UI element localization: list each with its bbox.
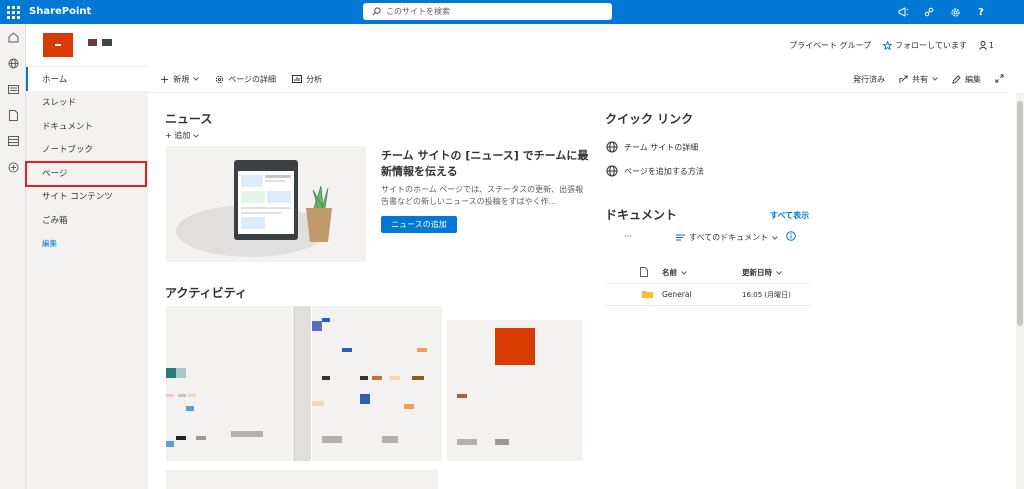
share-icon[interactable] (916, 0, 942, 24)
gear-icon[interactable] (942, 0, 968, 24)
news-icon[interactable] (0, 76, 26, 102)
highlight-box (25, 161, 147, 187)
search-input[interactable]: このサイトを検索 (363, 3, 612, 20)
globe-icon[interactable] (0, 50, 26, 76)
activity-card-divider (293, 306, 311, 461)
nav-item-threads[interactable]: スレッド (26, 91, 148, 115)
list-view-icon (676, 234, 685, 241)
activity-card-3[interactable] (447, 306, 583, 461)
search-placeholder: このサイトを検索 (386, 7, 450, 16)
privacy-label: プライベート グループ (789, 41, 872, 50)
quick-links-heading: クイック リンク (605, 112, 694, 126)
modified-column-header[interactable]: 更新日時 (742, 267, 782, 278)
members-button[interactable]: 1 (979, 41, 994, 50)
share-button[interactable]: 共有 (899, 74, 938, 85)
documents-toolbar: ··· すべてのドキュメント (606, 230, 810, 246)
person-icon (979, 41, 987, 50)
globe-icon (606, 141, 618, 153)
app-bar (0, 24, 26, 489)
chevron-down-icon (193, 77, 200, 81)
documents-heading: ドキュメント (605, 208, 678, 222)
nav-item-home[interactable]: ホーム (26, 67, 148, 91)
search-icon (372, 7, 381, 16)
document-modified: 16:05 (月曜日) (742, 290, 791, 299)
home-icon[interactable] (0, 24, 26, 50)
analytics-icon (292, 75, 303, 83)
plus-icon: + (165, 131, 172, 140)
news-promo-title: チーム サイトの [ニュース] でチームに最新情報を伝える (381, 149, 589, 178)
folder-icon (606, 290, 662, 300)
name-column-header[interactable]: 名前 (662, 267, 742, 278)
more-options-button[interactable]: ··· (624, 232, 632, 241)
nav-item-notebook[interactable]: ノートブック (26, 138, 148, 162)
activity-card-2[interactable] (312, 306, 442, 461)
info-icon[interactable] (786, 231, 796, 243)
list-icon[interactable] (0, 128, 26, 154)
news-illustration (166, 146, 366, 262)
chevron-down-icon (772, 235, 778, 240)
gear-icon (216, 75, 224, 83)
analytics-button[interactable]: 分析 (292, 74, 322, 85)
document-name[interactable]: General (662, 290, 742, 299)
documents-table: 名前 更新日時 General 16:05 (月曜日) (606, 262, 810, 306)
create-icon[interactable] (0, 154, 26, 180)
published-status: 発行済み (853, 74, 885, 84)
expand-icon[interactable] (995, 73, 1004, 85)
quick-link-team-site[interactable]: チーム サイトの詳細 (606, 141, 698, 153)
view-selector[interactable]: すべてのドキュメント (676, 232, 778, 243)
pencil-icon (952, 74, 961, 84)
edit-button[interactable]: 編集 (952, 74, 981, 85)
site-title[interactable] (88, 39, 112, 46)
suite-bar: SharePoint このサイトを検索 ? (0, 0, 1024, 24)
command-bar-divider (148, 92, 1008, 93)
news-heading: ニュース (165, 112, 213, 126)
nav-item-documents[interactable]: ドキュメント (26, 114, 148, 138)
nav-item-recycle-bin[interactable]: ごみ箱 (26, 208, 148, 232)
vertical-scrollbar[interactable] (1016, 93, 1024, 489)
scrollbar-thumb[interactable] (1017, 101, 1023, 326)
chevron-down-icon (932, 77, 938, 81)
add-news-button[interactable]: + 追加 (165, 130, 199, 141)
left-navigation: ホーム スレッド ドキュメント ノートブック ページ サイト コンテンツ ごみ箱… (26, 66, 148, 489)
activity-card-4[interactable] (166, 470, 438, 489)
new-button[interactable]: + 新規 (160, 72, 200, 86)
help-button[interactable]: ? (968, 0, 994, 24)
chevron-down-icon (681, 270, 687, 275)
app-name[interactable]: SharePoint (29, 6, 91, 17)
activity-card-1[interactable] (166, 306, 292, 461)
table-header: 名前 更新日時 (606, 262, 810, 284)
file-icon[interactable] (0, 102, 26, 128)
plus-icon: + (160, 72, 170, 86)
command-bar: + 新規 ページの詳細 分析 発行済み 共有 編集 (160, 68, 1010, 90)
table-row[interactable]: General 16:05 (月曜日) (606, 284, 810, 306)
share-icon (899, 74, 908, 83)
globe-icon (606, 165, 618, 177)
add-news-cta-button[interactable]: ニュースの追加 (381, 216, 457, 233)
activity-heading: アクティビティ (165, 286, 247, 300)
chevron-down-icon (776, 270, 782, 275)
news-promo-description: サイトのホーム ページでは、ステータスの更新、出張報告書などの新しいニュースの投… (381, 185, 584, 206)
site-logo[interactable] (43, 33, 73, 57)
show-all-link[interactable]: すべて表示 (770, 210, 809, 221)
file-type-icon (606, 266, 648, 279)
quick-link-add-page[interactable]: ページを追加する方法 (606, 165, 704, 177)
chevron-down-icon (192, 134, 199, 138)
nav-item-site-contents[interactable]: サイト コンテンツ (26, 185, 148, 209)
nav-edit-link[interactable]: 編集 (26, 232, 148, 256)
star-icon (883, 41, 893, 50)
follow-button[interactable]: フォローしています (883, 40, 967, 51)
page-details-button[interactable]: ページの詳細 (215, 74, 276, 85)
megaphone-icon[interactable] (890, 0, 916, 24)
app-launcher-icon[interactable] (6, 5, 20, 19)
account-button[interactable] (994, 0, 1024, 24)
